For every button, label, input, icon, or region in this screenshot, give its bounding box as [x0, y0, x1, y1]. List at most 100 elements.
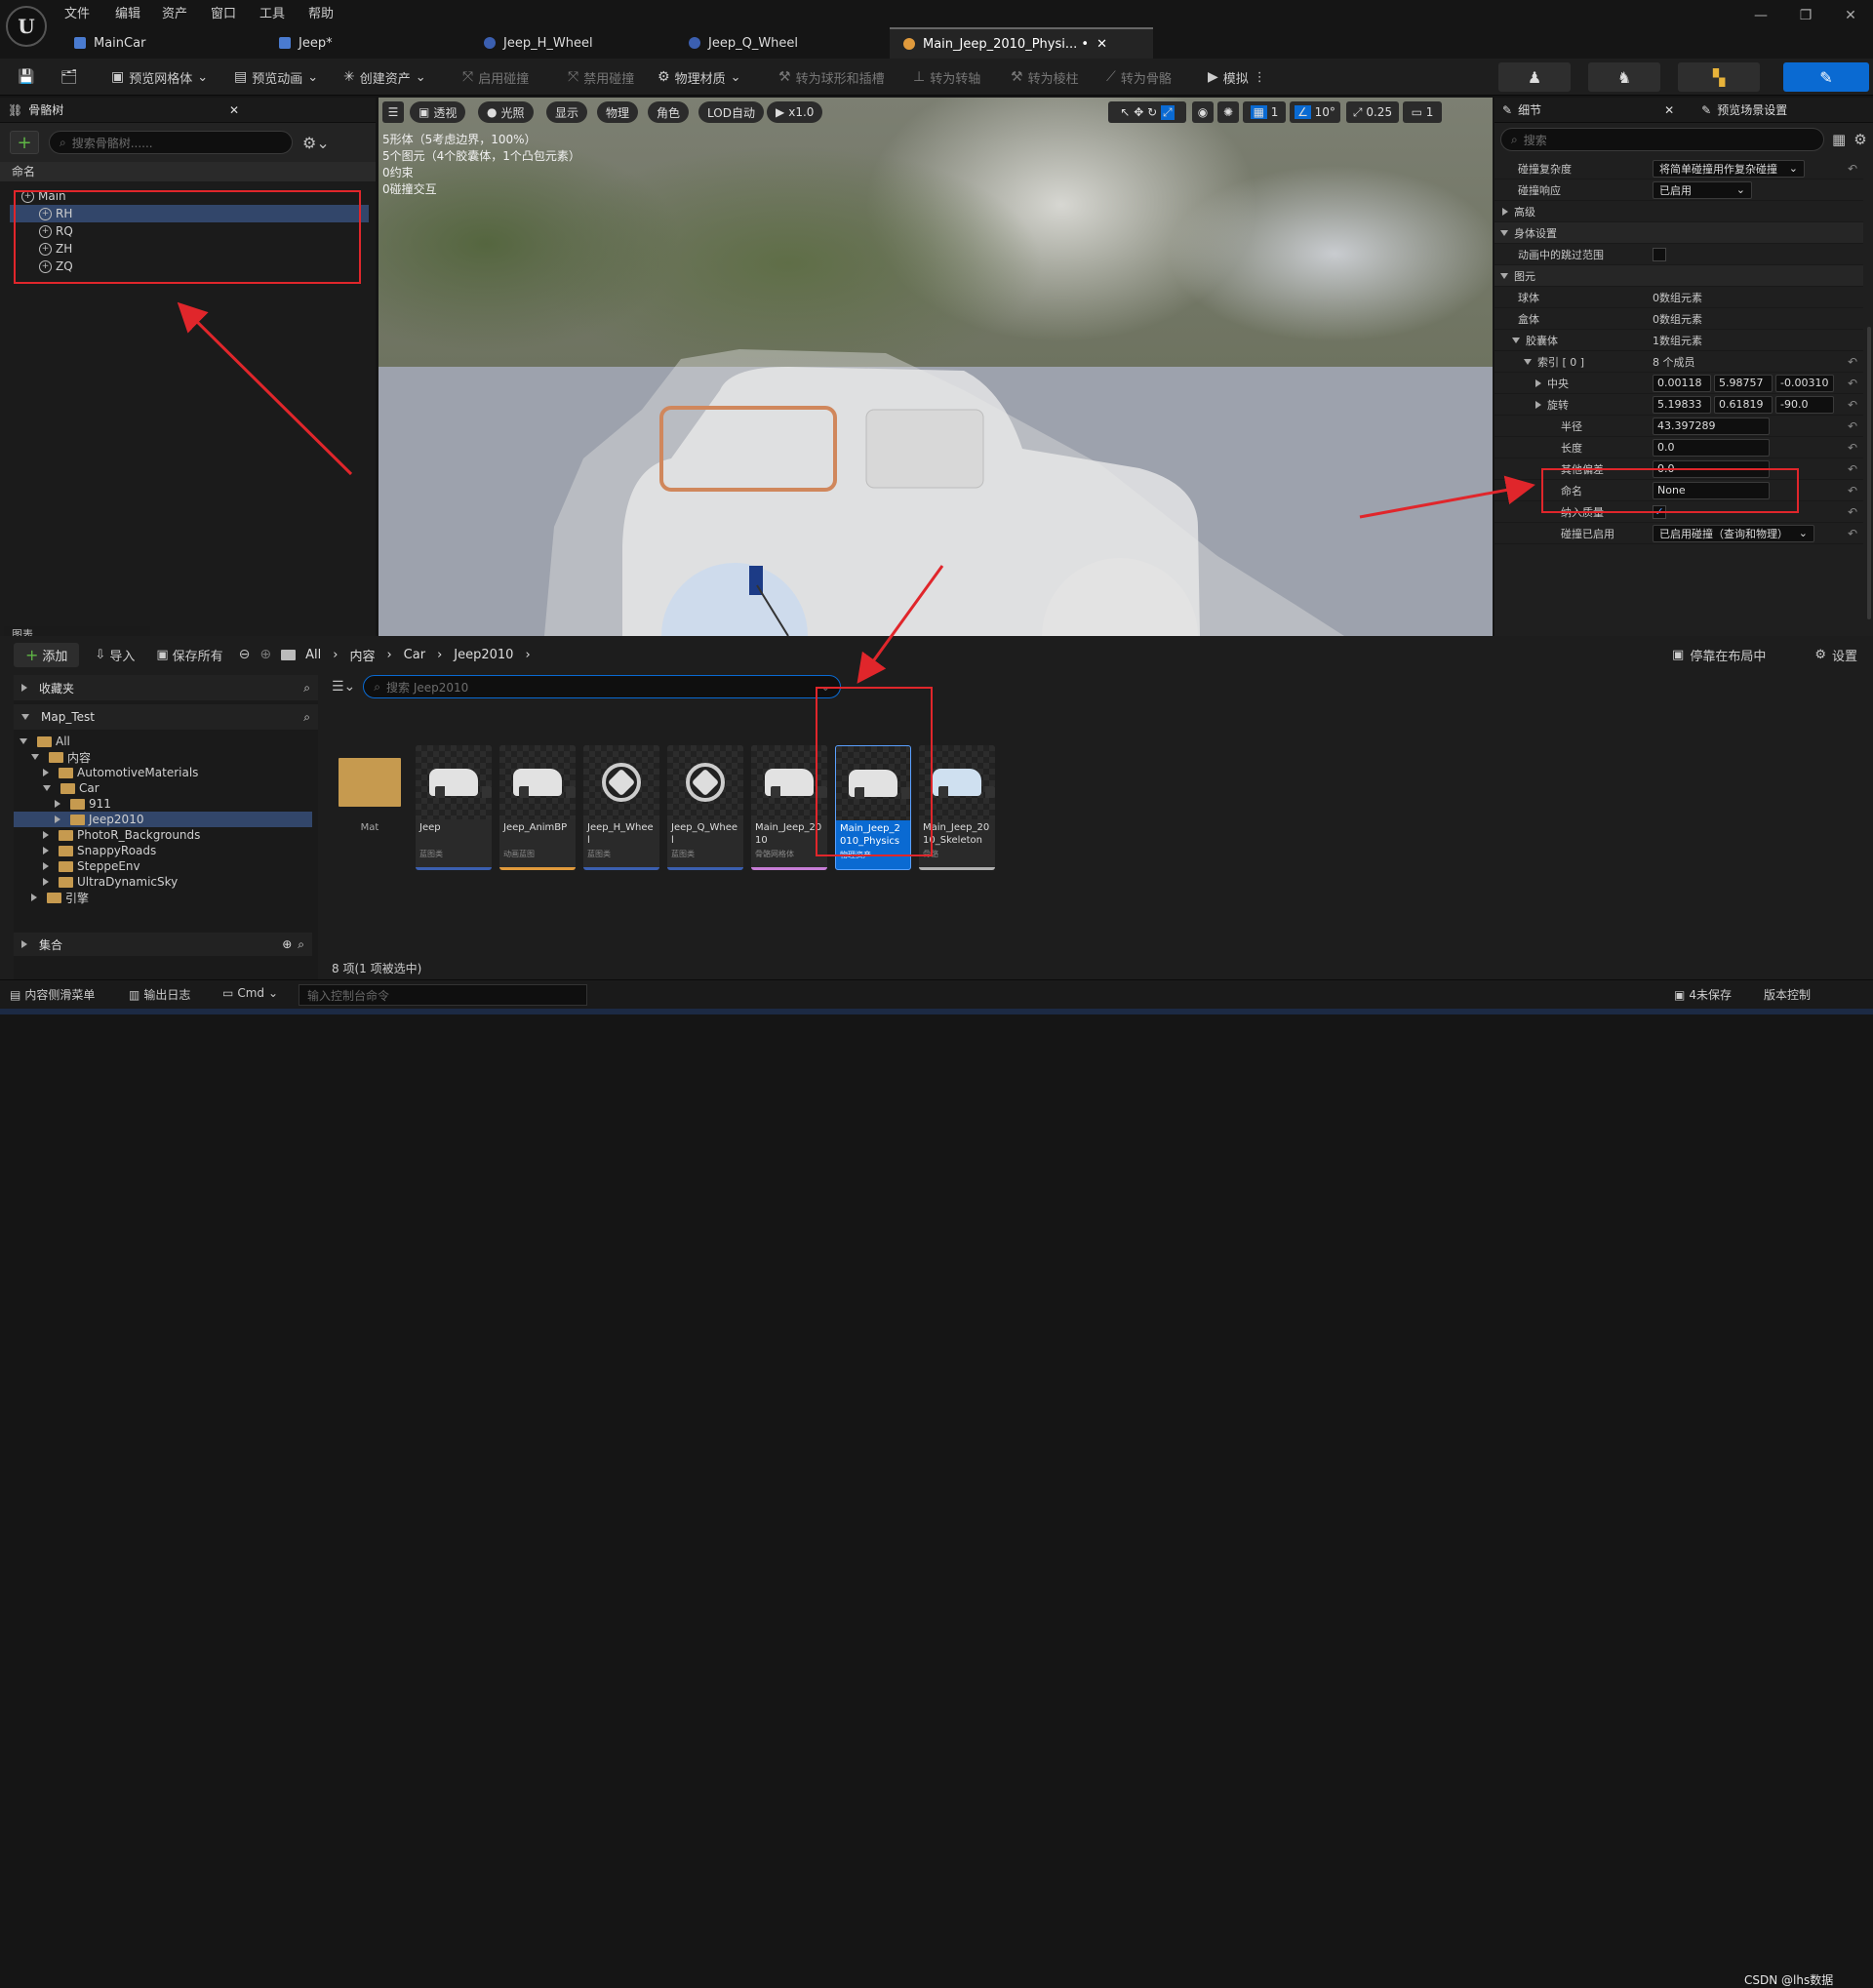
property-capsules[interactable]: 胶囊体 1数组元素: [1494, 330, 1863, 351]
add-collection-icon[interactable]: ⊕: [282, 937, 292, 951]
save-icon[interactable]: 💾: [12, 64, 40, 90]
skip-range-checkbox[interactable]: [1653, 247, 1666, 261]
lit-button[interactable]: ● 光照: [478, 101, 534, 123]
asset-tile-selected[interactable]: Main_Jeep_2010_Physics 物理资产: [835, 745, 911, 870]
import-button[interactable]: ⇩ 导入: [89, 643, 140, 667]
search-icon[interactable]: ⌕: [303, 681, 310, 696]
breadcrumb-car[interactable]: Car: [404, 648, 425, 662]
asset-tile[interactable]: Jeep 蓝图类: [416, 745, 492, 870]
tab-maincar[interactable]: MainCar: [60, 27, 159, 59]
scrollbar[interactable]: [1867, 327, 1871, 619]
collections-header[interactable]: 集合 ⊕ ⌕: [14, 933, 312, 956]
tree-item-photor[interactable]: PhotoR_Backgrounds: [43, 827, 200, 843]
mesh-mode-button[interactable]: ♞: [1588, 62, 1660, 92]
rotation-z-field[interactable]: -90.0: [1775, 395, 1834, 414]
breadcrumb-all[interactable]: All: [305, 648, 321, 662]
disable-collision-button[interactable]: ⤧ 禁用碰撞: [562, 64, 640, 90]
tree-item-steppeenv[interactable]: SteppeEnv: [43, 858, 140, 874]
asset-tile[interactable]: Main_Jeep_2010_Skeleton 骨骼: [919, 745, 995, 870]
show-button[interactable]: 显示: [546, 101, 588, 123]
menu-file[interactable]: 文件: [64, 3, 90, 21]
scale-snap-button[interactable]: ⤢ 0.25: [1346, 101, 1399, 123]
tree-item-automotive[interactable]: AutomotiveMaterials: [43, 765, 198, 780]
physics-view-button[interactable]: 物理: [597, 101, 639, 123]
playback-speed-button[interactable]: ▶ x1.0: [767, 101, 823, 123]
table-view-icon[interactable]: ▦: [1832, 131, 1846, 148]
asset-tile[interactable]: Jeep_AnimBP 动画蓝图: [499, 745, 576, 870]
settings-icon[interactable]: ⚙⌄: [302, 134, 330, 152]
tree-item-engine[interactable]: 引擎: [31, 890, 89, 905]
asset-tile[interactable]: Mat: [332, 745, 408, 870]
physics-material-button[interactable]: ⚙ 物理材质 ⌄: [652, 64, 746, 90]
to-bone-button[interactable]: ⟋ 转为骨骼: [1100, 64, 1177, 90]
bone-row[interactable]: + ZH: [10, 240, 369, 258]
dock-button[interactable]: ▣ 停靠在布局中: [1672, 646, 1766, 664]
camera-speed-button[interactable]: ▭ 1: [1403, 101, 1442, 123]
reset-icon[interactable]: ↶: [1848, 355, 1857, 369]
project-header[interactable]: Map_Test ⌕: [14, 704, 318, 730]
breadcrumb-jeep2010[interactable]: Jeep2010: [454, 648, 513, 662]
close-panel-icon[interactable]: ✕: [229, 103, 239, 117]
simulate-button[interactable]: ▶ 模拟 ⋮: [1202, 64, 1272, 90]
center-x-field[interactable]: 0.00118: [1653, 374, 1711, 392]
tree-item-all[interactable]: All: [20, 734, 70, 749]
reset-icon[interactable]: ↶: [1848, 505, 1857, 519]
add-button[interactable]: + 添加: [14, 642, 80, 667]
section-primitives[interactable]: 图元: [1494, 265, 1863, 287]
reset-icon[interactable]: ↶: [1848, 527, 1857, 540]
tree-item-jeep2010[interactable]: Jeep2010: [14, 812, 312, 827]
reset-icon[interactable]: ↶: [1848, 419, 1857, 433]
asset-tile[interactable]: Jeep_Q_Wheel 蓝图类: [667, 745, 743, 870]
menu-asset[interactable]: 资产: [162, 3, 187, 21]
search-icon[interactable]: ⌕: [303, 710, 310, 725]
unsaved-button[interactable]: ▣ 4未保存: [1674, 986, 1732, 1003]
property-index[interactable]: 索引 [ 0 ] 8 个成员 ↶: [1494, 351, 1863, 373]
tree-item-911[interactable]: 911: [55, 796, 111, 812]
reset-icon[interactable]: ↶: [1848, 377, 1857, 390]
asset-tile[interactable]: Jeep_H_Wheel 蓝图类: [583, 745, 659, 870]
enable-collision-button[interactable]: ⤧ 启用碰撞: [457, 64, 535, 90]
center-z-field[interactable]: -0.00310: [1775, 374, 1834, 392]
browse-icon[interactable]: 🗂: [55, 64, 84, 90]
world-local-icon[interactable]: ◉: [1192, 101, 1214, 123]
rotate-icon[interactable]: ↻: [1147, 105, 1157, 119]
details-tab[interactable]: 细节: [1518, 101, 1541, 118]
to-prismatic-button[interactable]: ⚒ 转为棱柱: [1005, 64, 1085, 90]
skeleton-mode-button[interactable]: ♟: [1498, 62, 1571, 92]
asset-tile[interactable]: Main_Jeep_2010 骨骼网格体: [751, 745, 827, 870]
select-icon[interactable]: ↖: [1120, 105, 1130, 119]
content-drawer-button[interactable]: ▤ 内容侧滑菜单: [10, 986, 95, 1003]
lod-button[interactable]: LOD自动: [698, 101, 764, 123]
add-bone-button[interactable]: +: [10, 131, 39, 154]
name-field[interactable]: None: [1653, 481, 1770, 499]
menu-window[interactable]: 窗口: [211, 3, 236, 21]
bone-row[interactable]: + ZQ: [10, 258, 369, 275]
tab-physics-asset[interactable]: Main_Jeep_2010_Physi... • ✕: [890, 27, 1153, 59]
surface-snap-icon[interactable]: ✺: [1217, 101, 1239, 123]
save-all-button[interactable]: ▣ 保存所有: [150, 643, 228, 667]
perspective-button[interactable]: ▣ 透视: [410, 101, 466, 123]
forward-icon[interactable]: ⊕: [259, 647, 271, 662]
favorites-header[interactable]: 收藏夹 ⌕: [14, 675, 318, 700]
offset-field[interactable]: 0.0: [1653, 459, 1770, 478]
rotation-x-field[interactable]: 5.19833: [1653, 395, 1711, 414]
asset-search-input[interactable]: ⌕ 搜索 Jeep2010 ⌄: [363, 675, 842, 698]
rotation-y-field[interactable]: 0.61819: [1714, 395, 1773, 414]
menu-help[interactable]: 帮助: [308, 3, 334, 21]
section-advanced[interactable]: 高级: [1494, 201, 1863, 222]
tree-item-snappyroads[interactable]: SnappyRoads: [43, 843, 156, 858]
search-icon[interactable]: ⌕: [298, 937, 304, 952]
menu-tools[interactable]: 工具: [259, 3, 285, 21]
cmd-button[interactable]: ▭ Cmd ⌄: [222, 986, 278, 1000]
to-sphere-button[interactable]: ⚒ 转为球形和插槽: [773, 64, 891, 90]
reset-icon[interactable]: ↶: [1848, 462, 1857, 476]
details-search-input[interactable]: ⌕ 搜索: [1500, 128, 1824, 151]
section-body-setup[interactable]: 身体设置: [1494, 222, 1863, 244]
skeleton-search-input[interactable]: ⌕ 搜索骨骼树......: [49, 131, 293, 154]
collision-response-dropdown[interactable]: 已启用 ⌄: [1653, 180, 1752, 199]
bone-row[interactable]: + Main: [21, 187, 380, 205]
collision-enabled-dropdown[interactable]: 已启用碰撞（查询和物理） ⌄: [1653, 524, 1814, 542]
close-tab-icon[interactable]: ✕: [1096, 37, 1107, 52]
create-asset-button[interactable]: ✳ 创建资产 ⌄: [338, 64, 432, 90]
reset-icon[interactable]: ↶: [1848, 441, 1857, 455]
